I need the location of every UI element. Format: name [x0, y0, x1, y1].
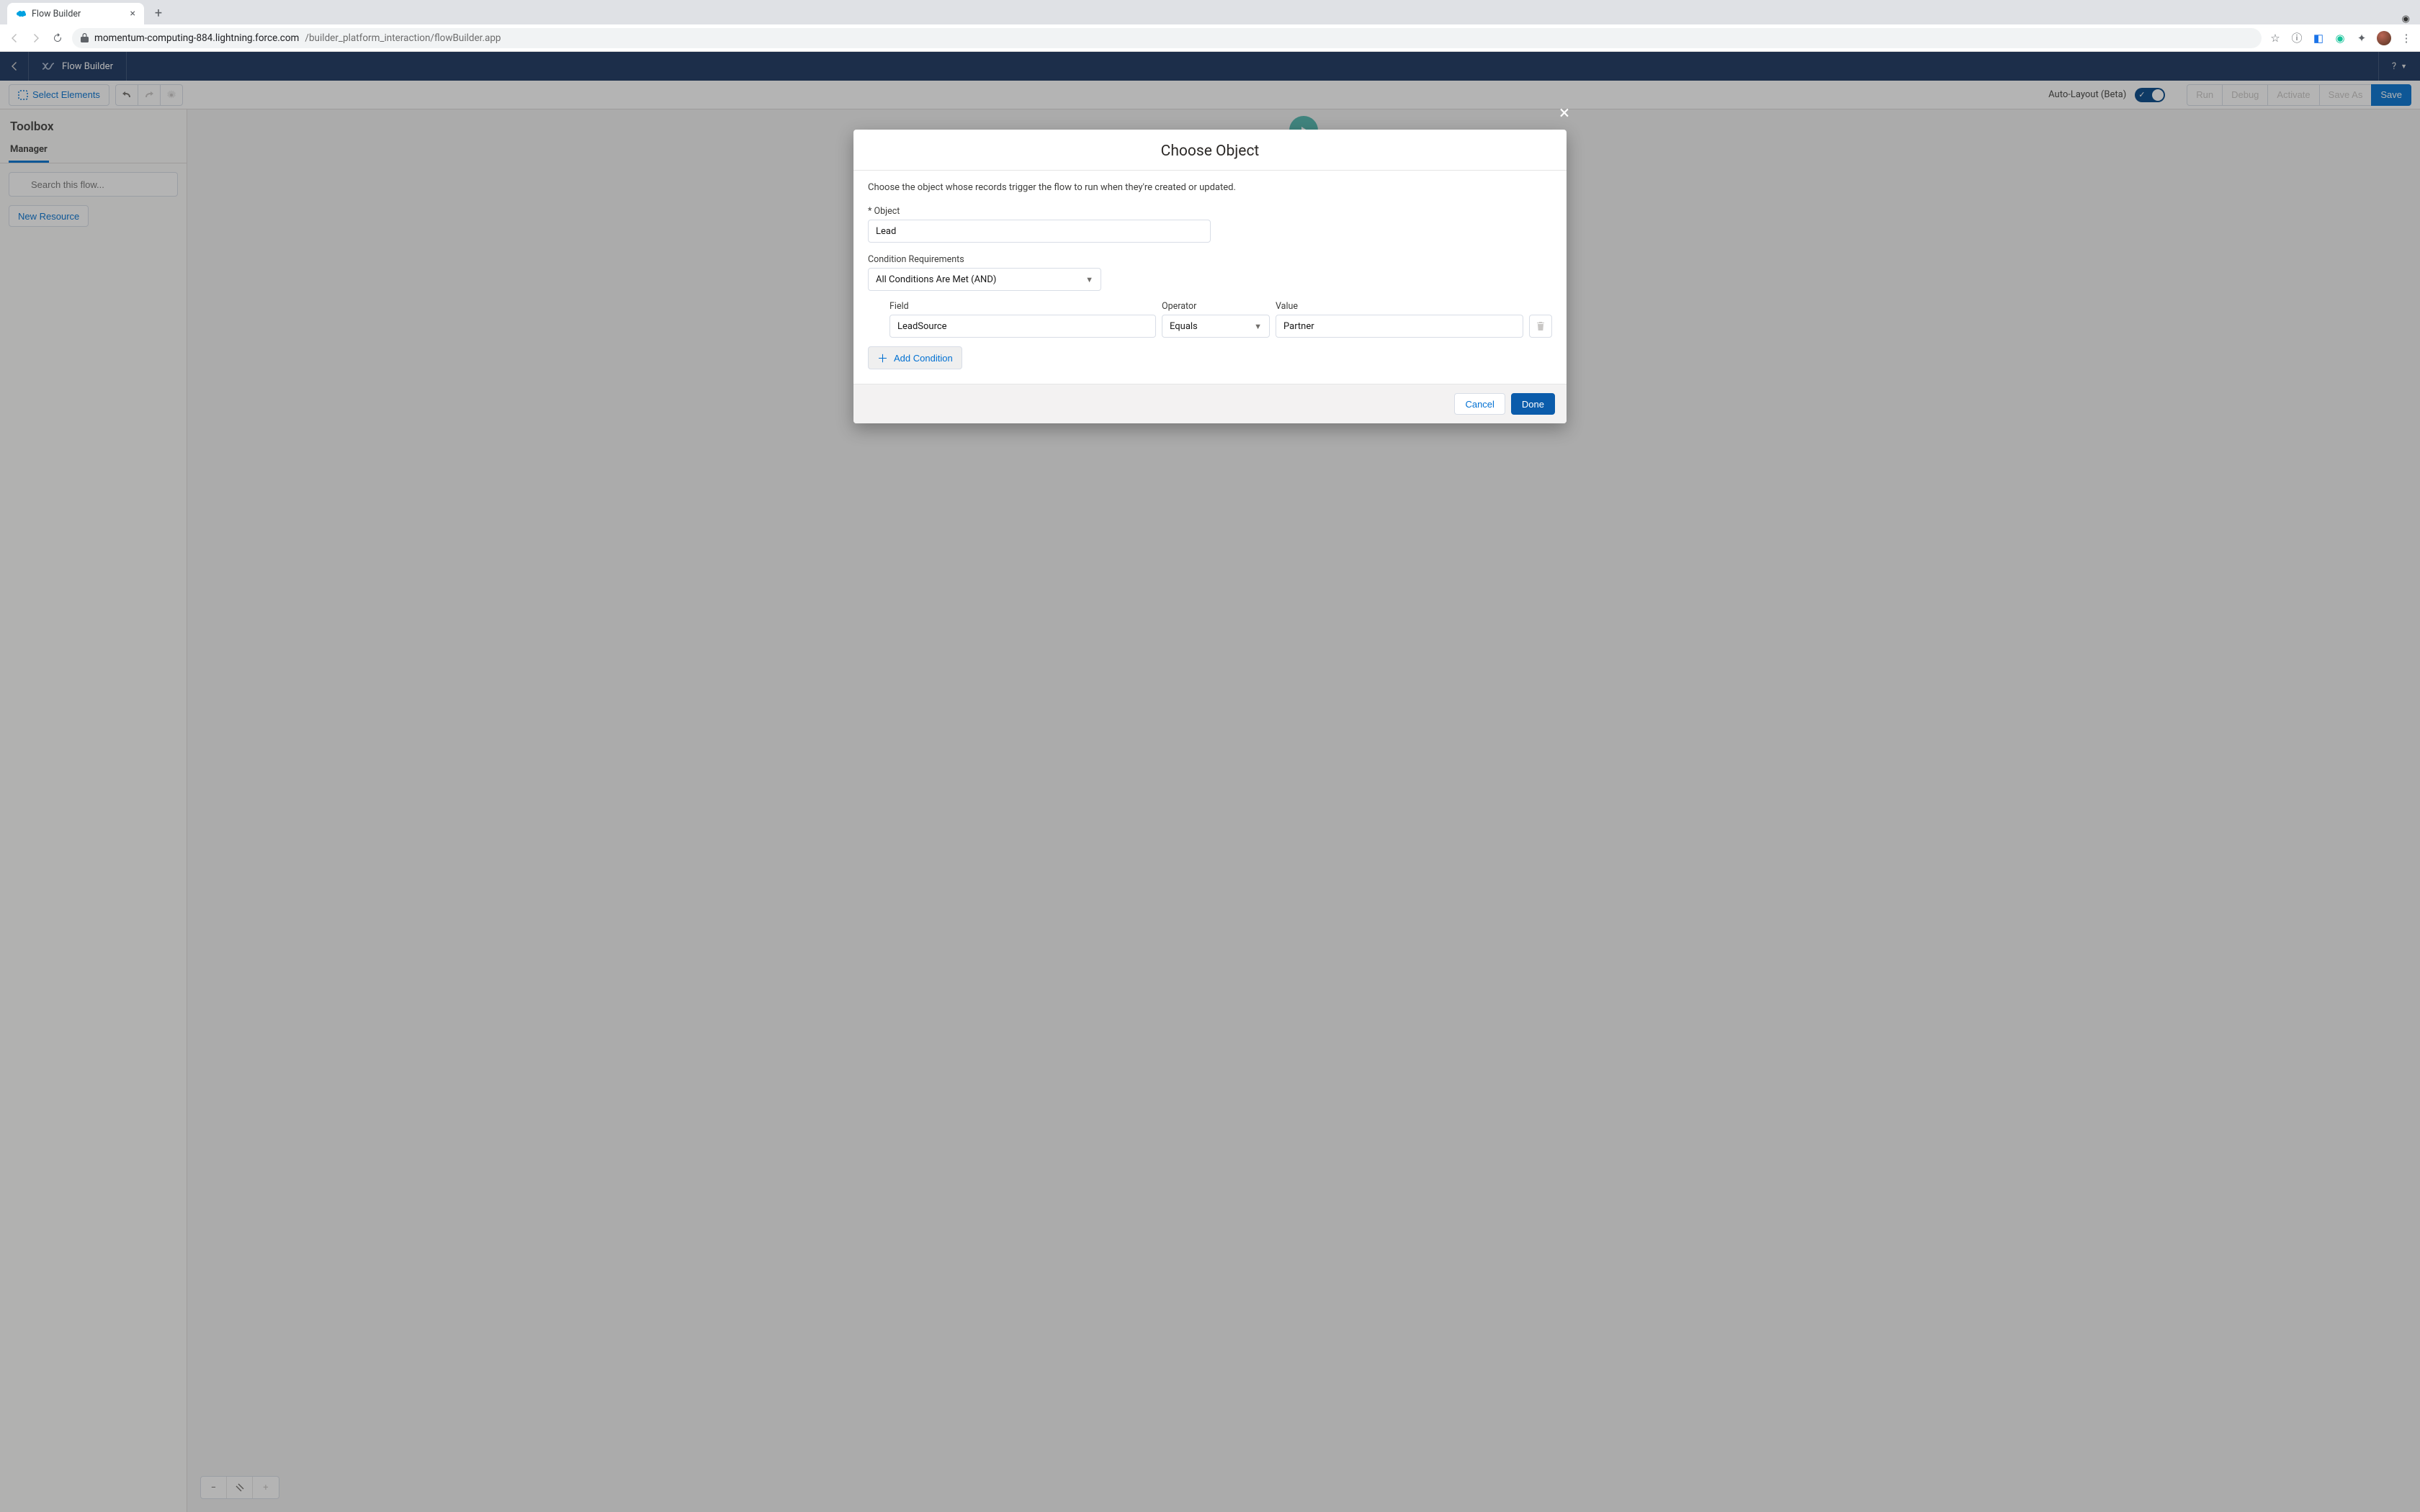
modal-description: Choose the object whose records trigger …: [868, 182, 1552, 193]
condition-row: Field LeadSource Operator Equals ▼ Value…: [868, 301, 1552, 338]
object-label: Object: [868, 206, 1211, 217]
condition-field-label: Field: [889, 301, 1156, 312]
condition-requirements-label: Condition Requirements: [868, 254, 1101, 265]
condition-value-label: Value: [1276, 301, 1523, 312]
choose-object-modal: × Choose Object Choose the object whose …: [853, 130, 1567, 423]
condition-operator-label: Operator: [1162, 301, 1270, 312]
condition-requirements-select[interactable]: All Conditions Are Met (AND) ▼: [868, 268, 1101, 291]
modal-title: Choose Object: [853, 130, 1567, 171]
add-condition-button[interactable]: ＋ Add Condition: [868, 346, 962, 369]
modal-close-button[interactable]: ×: [1559, 104, 1569, 122]
object-input[interactable]: Lead: [868, 220, 1211, 243]
condition-operator-select[interactable]: Equals ▼: [1162, 315, 1270, 338]
condition-value-input[interactable]: Partner: [1276, 315, 1523, 338]
delete-condition-button[interactable]: [1529, 315, 1552, 338]
condition-field-input[interactable]: LeadSource: [889, 315, 1156, 338]
plus-icon: ＋: [877, 351, 888, 366]
chevron-down-icon: ▼: [1254, 322, 1262, 331]
done-button[interactable]: Done: [1511, 393, 1555, 415]
chevron-down-icon: ▼: [1085, 275, 1093, 284]
cancel-button[interactable]: Cancel: [1454, 393, 1505, 415]
